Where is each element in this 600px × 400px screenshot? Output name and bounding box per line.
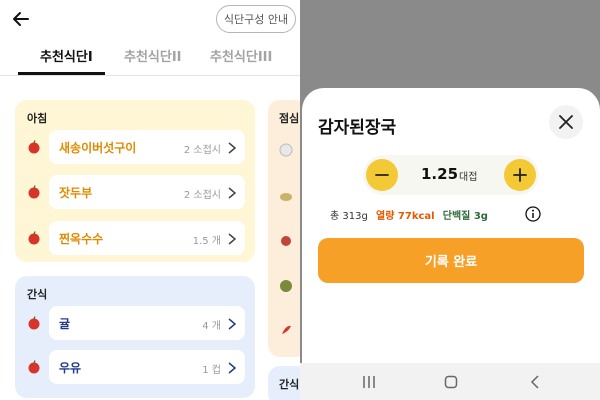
- food-item[interactable]: 우유 1 컵: [28, 350, 245, 384]
- minus-icon: [375, 174, 389, 176]
- back-arrow-icon[interactable]: [10, 8, 32, 30]
- decrease-button[interactable]: [366, 159, 398, 191]
- tab-recommended-1[interactable]: 추천식단I: [40, 46, 93, 65]
- tab-bar: 추천식단I 추천식단II 추천식단III: [0, 38, 300, 76]
- record-complete-button[interactable]: 기록 완료: [318, 238, 584, 283]
- food-detail-screen: 감자된장국 1.25 대접 총 313g 열량 77kcal 단백질 3g 기록…: [300, 0, 600, 400]
- bottom-sheet: 감자된장국 1.25 대접 총 313g 열량 77kcal 단백질 3g 기록…: [302, 88, 600, 378]
- food-item[interactable]: 잣두부 2 소접시: [28, 175, 245, 209]
- food-title: 감자된장국: [318, 118, 397, 138]
- close-icon: [559, 115, 573, 129]
- food-amount: 1 컵: [202, 365, 221, 376]
- nav-recents-icon[interactable]: [360, 373, 378, 391]
- top-bar: 식단구성 안내: [0, 0, 300, 40]
- meal-title: 간식: [279, 378, 300, 391]
- food-name: 새송이버섯구이: [59, 141, 137, 155]
- nav-home-icon[interactable]: [442, 373, 460, 391]
- food-name: 우유: [59, 361, 82, 375]
- chevron-right-icon: [227, 231, 237, 245]
- apple-icon: [27, 230, 41, 245]
- active-tab-indicator: [18, 72, 105, 75]
- meal-card-snack-2: 간식: [268, 366, 300, 400]
- food-amount: 4 개: [202, 321, 221, 332]
- plus-icon: [513, 168, 527, 182]
- calories: 열량 77kcal: [376, 211, 435, 222]
- chevron-right-icon: [227, 140, 237, 154]
- meal-card-lunch: 점심: [268, 100, 300, 357]
- food-amount: 2 소접시: [183, 190, 221, 201]
- soup-icon: [279, 188, 293, 207]
- meal-card-snack: 간식 귤 4 개 우유 1 컵: [15, 276, 255, 398]
- quantity-unit: 대접: [459, 172, 478, 183]
- total-weight: 총 313g: [330, 211, 368, 222]
- apple-icon: [27, 139, 41, 154]
- apple-icon: [27, 184, 41, 199]
- food-item[interactable]: 귤 4 개: [28, 306, 245, 340]
- meat-icon: [279, 233, 293, 252]
- meal-title: 아침: [27, 112, 48, 125]
- tab-recommended-2[interactable]: 추천식단II: [124, 46, 182, 65]
- nav-back-icon[interactable]: [526, 373, 544, 391]
- food-item[interactable]: 새송이버섯구이 2 소접시: [28, 130, 245, 164]
- diet-guide-button[interactable]: 식단구성 안내: [216, 5, 296, 33]
- quantity-value: 1.25: [421, 165, 459, 183]
- chevron-right-icon: [227, 360, 237, 374]
- food-name: 찐옥수수: [59, 232, 104, 246]
- increase-button[interactable]: [504, 159, 536, 191]
- protein: 단백질 3g: [442, 211, 488, 222]
- food-item[interactable]: 찐옥수수 1.5 개: [28, 221, 245, 255]
- apple-icon: [27, 359, 41, 374]
- meal-card-breakfast: 아침 새송이버섯구이 2 소접시 잣두부 2 소접시 찐옥수수 1.5 개: [15, 100, 255, 262]
- meal-title: 점심: [279, 112, 300, 125]
- vegetable-icon: [279, 278, 293, 297]
- quantity-stepper: 1.25 대접: [363, 155, 539, 195]
- tab-recommended-3[interactable]: 추천식단III: [210, 46, 272, 65]
- info-icon[interactable]: [525, 206, 541, 222]
- food-amount: 1.5 개: [192, 236, 221, 247]
- food-name: 잣두부: [59, 186, 93, 200]
- close-button[interactable]: [549, 105, 583, 139]
- meal-title: 간식: [27, 288, 48, 301]
- chevron-right-icon: [227, 185, 237, 199]
- apple-icon: [27, 315, 41, 330]
- system-nav-bar: [300, 363, 600, 400]
- food-name: 귤: [59, 317, 71, 331]
- rice-icon: [279, 142, 293, 161]
- chevron-right-icon: [227, 316, 237, 330]
- diet-plan-screen: 식단구성 안내 추천식단I 추천식단II 추천식단III 아침 새송이버섯구이 …: [0, 0, 300, 400]
- food-amount: 2 소접시: [183, 145, 221, 156]
- pepper-icon: [279, 322, 293, 341]
